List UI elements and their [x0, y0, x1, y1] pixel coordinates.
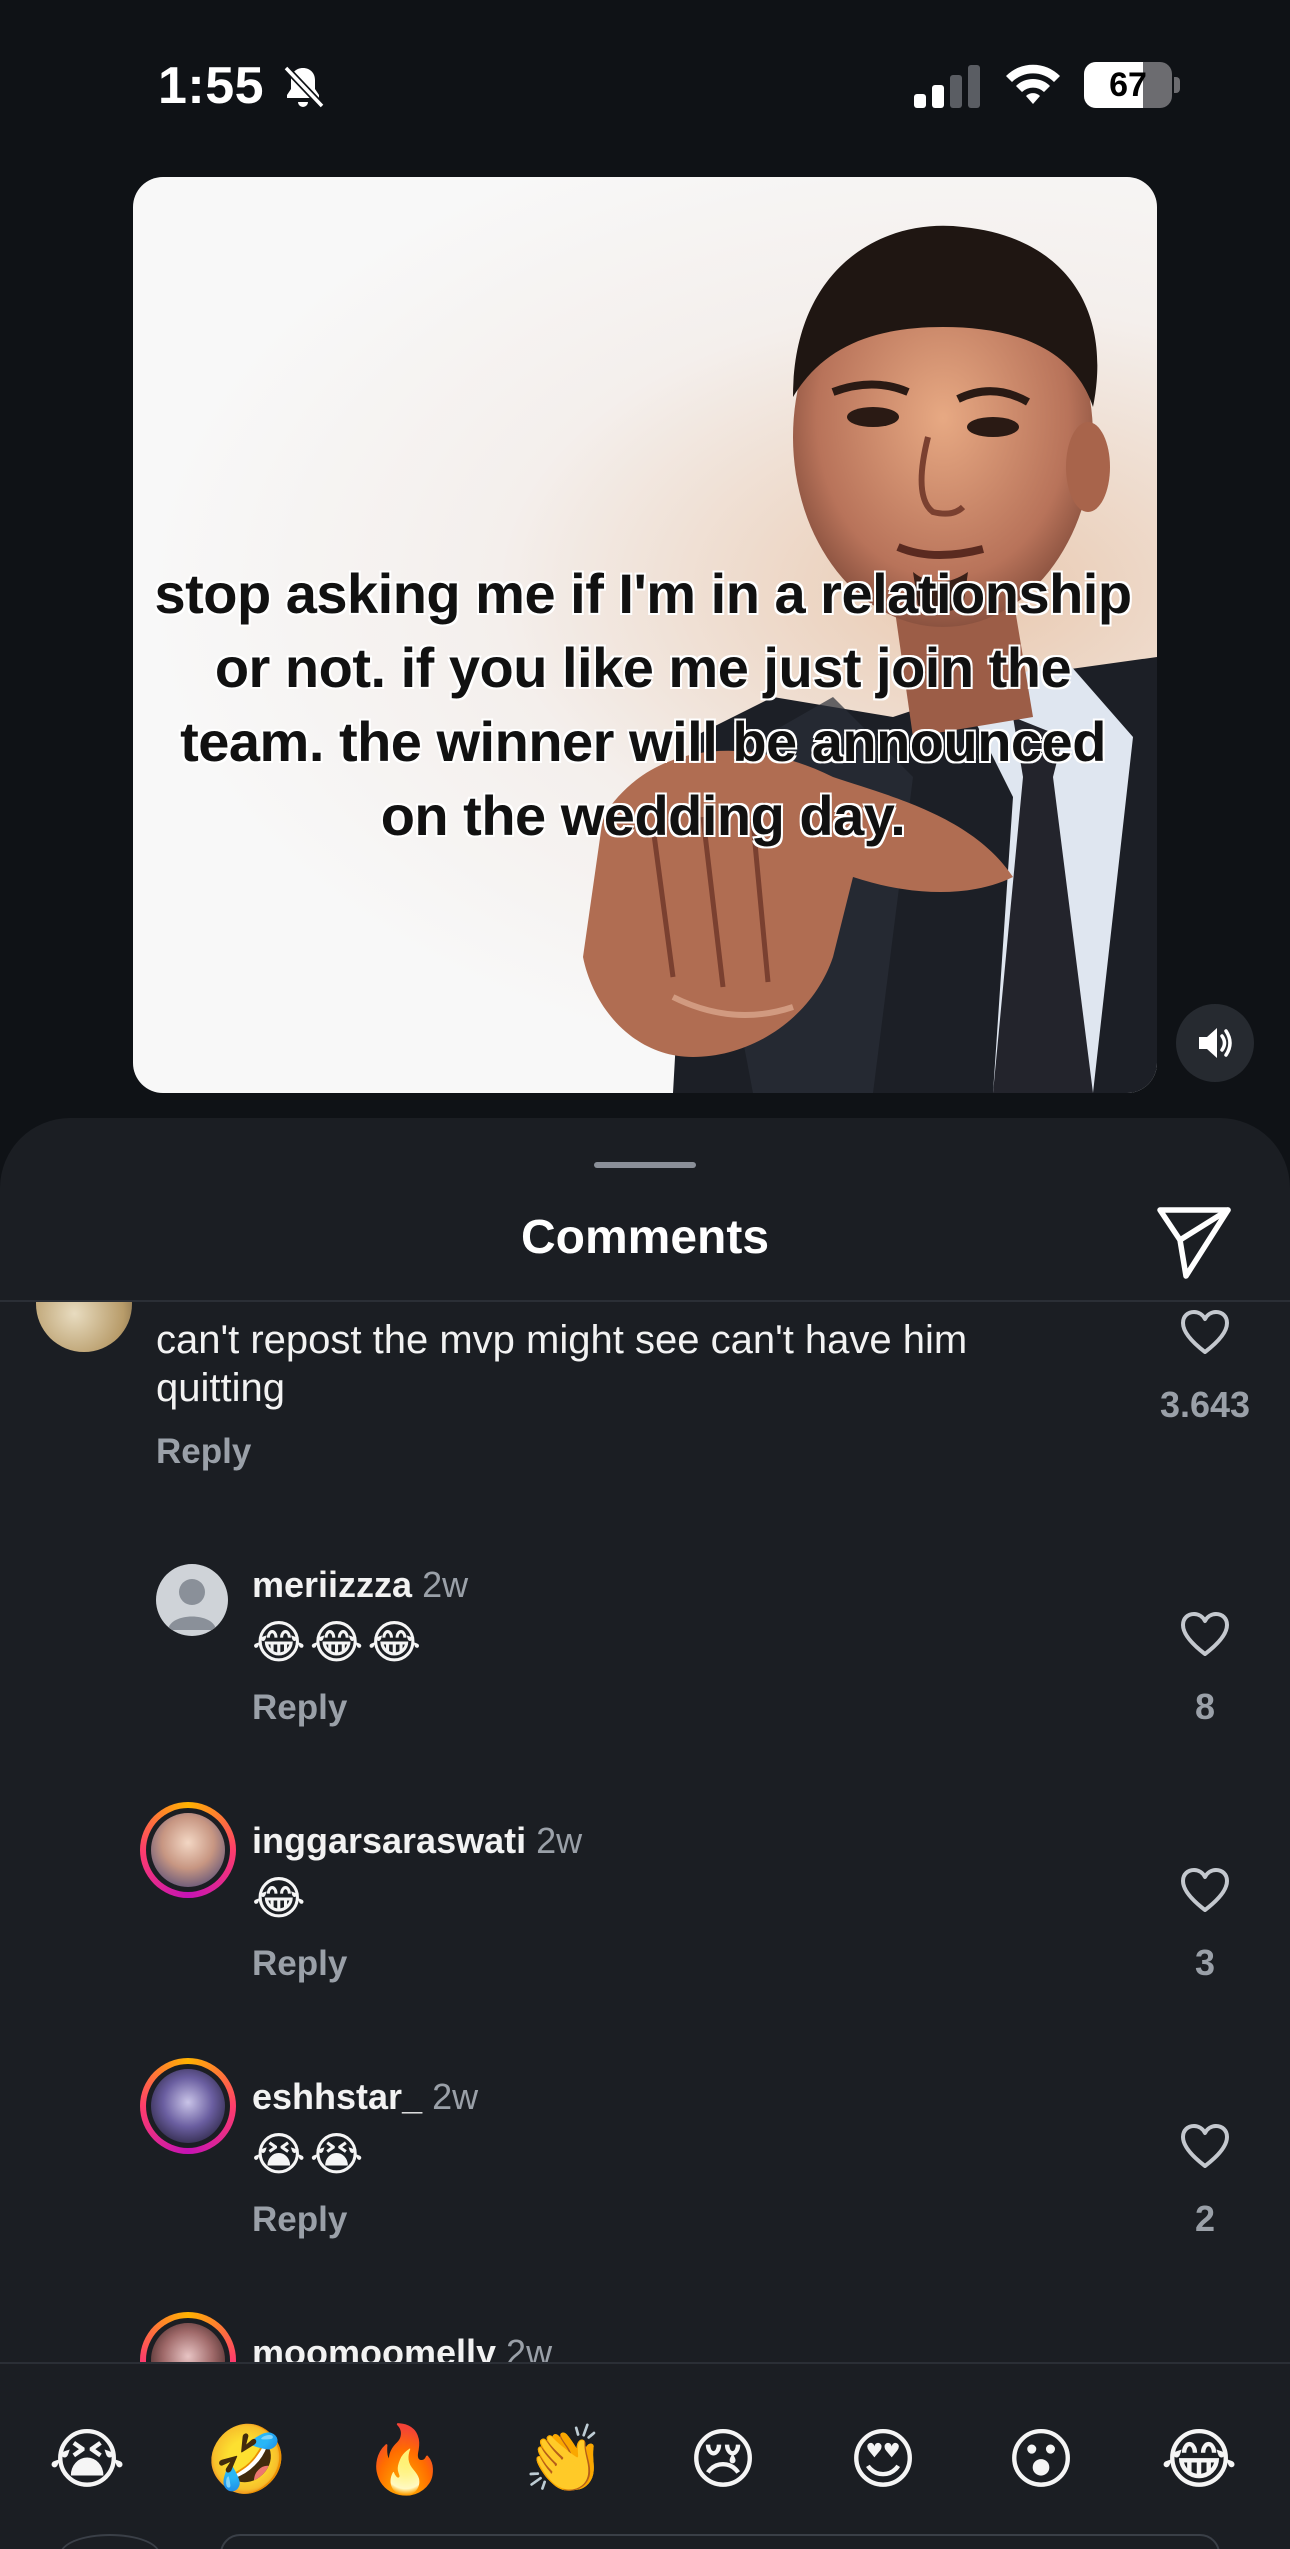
- reply-button[interactable]: Reply: [252, 1944, 347, 1984]
- bell-slash-icon: [283, 65, 325, 109]
- status-time: 1:55: [158, 57, 265, 115]
- like-count: 8: [1194, 1686, 1216, 1727]
- username[interactable]: inggarsaraswati: [252, 1820, 526, 1861]
- emoji-reaction-fire[interactable]: 🔥: [360, 2414, 450, 2504]
- battery-level: 67: [1109, 66, 1147, 104]
- post-caption: stop asking me if I'm in a relationship …: [154, 562, 1132, 847]
- comment-emoji: 😂: [252, 1872, 310, 1924]
- reply-button[interactable]: Reply: [252, 1688, 347, 1728]
- profile-avatar-edge: [60, 2534, 160, 2549]
- avatar[interactable]: [140, 2312, 236, 2362]
- comment-emoji: 😂😂😂: [252, 1616, 426, 1668]
- battery-indicator: 67: [1084, 62, 1180, 108]
- emoji-reaction-tears-of-joy[interactable]: 😂: [1154, 2414, 1244, 2504]
- comments-sheet: Comments can't repost the mvp might see …: [0, 1118, 1290, 2549]
- comment-text: can't repost the mvp might see can't hav…: [156, 1318, 968, 1410]
- like-count: 2: [1194, 2198, 1216, 2239]
- speaker-icon: [1199, 1028, 1232, 1058]
- comment-username[interactable]: eshhstar_ 2w: [252, 2076, 478, 2118]
- heart-outline-icon[interactable]: [1178, 1306, 1232, 1360]
- comment-time: 2w: [432, 2076, 479, 2117]
- comment-username[interactable]: meriizzza 2w: [252, 1564, 468, 1606]
- app-screen: 1:55 67 stop asking me if I'm in a relat…: [0, 0, 1290, 2549]
- sheet-title: Comments: [520, 1211, 770, 1264]
- username[interactable]: meriizzza: [252, 1564, 412, 1605]
- like-count: 3.643: [1159, 1384, 1251, 1425]
- paper-plane-icon[interactable]: [1152, 1200, 1236, 1284]
- avatar[interactable]: [36, 1302, 132, 1352]
- cellular-signal-icon: [914, 65, 980, 108]
- heart-outline-icon[interactable]: [1178, 2120, 1232, 2174]
- wifi-icon: [1006, 64, 1060, 104]
- emoji-reaction-surprised[interactable]: 😮: [996, 2414, 1086, 2504]
- sheet-drag-handle[interactable]: [594, 1162, 696, 1168]
- username[interactable]: moomoomelly: [252, 2332, 496, 2362]
- emoji-reaction-bar: 😭 🤣 🔥 👏 😢 😍 😮 😂: [0, 2362, 1290, 2549]
- volume-button[interactable]: [1176, 1004, 1254, 1082]
- comment-time: 2w: [506, 2332, 553, 2362]
- avatar[interactable]: [140, 2058, 236, 2154]
- emoji-reaction-heart-eyes[interactable]: 😍: [838, 2414, 928, 2504]
- comment-input-edge[interactable]: [220, 2534, 1220, 2549]
- heart-outline-icon[interactable]: [1178, 1608, 1232, 1662]
- post-media[interactable]: stop asking me if I'm in a relationship …: [133, 177, 1157, 1093]
- heart-outline-icon[interactable]: [1178, 1864, 1232, 1918]
- comment-time: 2w: [536, 1820, 583, 1861]
- avatar[interactable]: [156, 1564, 228, 1636]
- emoji-reaction-sad[interactable]: 😢: [678, 2414, 768, 2504]
- emoji-reaction-clap[interactable]: 👏: [520, 2414, 610, 2504]
- comment-emoji: 😭😭: [252, 2128, 368, 2180]
- reply-button[interactable]: Reply: [252, 2200, 347, 2240]
- emoji-reaction-loudly-crying[interactable]: 😭: [42, 2414, 132, 2504]
- comments-list[interactable]: can't repost the mvp might see can't hav…: [0, 1302, 1290, 2362]
- comment-username[interactable]: moomoomelly 2w: [252, 2332, 552, 2362]
- status-bar: 1:55 67: [0, 0, 1290, 170]
- emoji-reaction-rofl[interactable]: 🤣: [202, 2414, 292, 2504]
- comment-username[interactable]: inggarsaraswati 2w: [252, 1820, 582, 1862]
- like-count: 3: [1194, 1942, 1216, 1983]
- comment-time: 2w: [422, 1564, 469, 1605]
- avatar[interactable]: [140, 1802, 236, 1898]
- username[interactable]: eshhstar_: [252, 2076, 422, 2117]
- reply-button[interactable]: Reply: [156, 1432, 251, 1472]
